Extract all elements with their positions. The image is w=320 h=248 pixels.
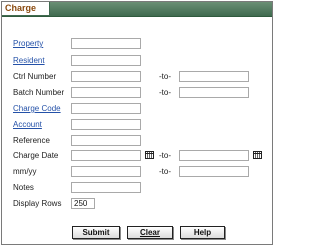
to-label: -to- xyxy=(159,151,171,160)
charge-date-row: Charge Date -to- xyxy=(2,150,274,162)
button-bar: Submit Clear Help xyxy=(2,226,274,240)
charge-date-to-input[interactable] xyxy=(179,150,249,161)
batch-number-to-input[interactable] xyxy=(179,87,249,98)
tab-charge[interactable]: Charge xyxy=(2,2,50,15)
reference-label: Reference xyxy=(13,136,50,145)
clear-button[interactable]: Clear xyxy=(127,226,173,239)
ctrl-number-label: Ctrl Number xyxy=(13,72,57,81)
calendar-icon[interactable] xyxy=(145,151,154,159)
charge-date-label: Charge Date xyxy=(13,151,59,160)
to-label: -to- xyxy=(159,167,171,176)
charge-code-link[interactable]: Charge Code xyxy=(13,103,61,115)
account-link[interactable]: Account xyxy=(13,119,42,131)
ctrl-number-to-input[interactable] xyxy=(179,71,249,82)
property-input[interactable] xyxy=(71,38,141,49)
ctrl-number-from-input[interactable] xyxy=(71,71,141,82)
mmyy-row: mm/yy -to- xyxy=(2,166,274,178)
notes-label: Notes xyxy=(13,183,34,192)
property-link[interactable]: Property xyxy=(13,38,43,50)
mmyy-from-input[interactable] xyxy=(71,166,141,177)
resident-link[interactable]: Resident xyxy=(13,55,45,67)
batch-number-label: Batch Number xyxy=(13,88,65,97)
batch-number-from-input[interactable] xyxy=(71,87,141,98)
display-rows-input[interactable] xyxy=(71,198,95,209)
account-row: Account xyxy=(2,119,274,131)
display-rows-row: Display Rows xyxy=(2,198,274,210)
resident-input[interactable] xyxy=(71,55,141,66)
batch-number-row: Batch Number -to- xyxy=(2,87,274,99)
calendar-icon[interactable] xyxy=(253,151,262,159)
display-rows-label: Display Rows xyxy=(13,199,62,208)
charge-panel: Charge Property Resident Ctrl Number -to… xyxy=(1,1,273,245)
submit-button[interactable]: Submit xyxy=(72,226,120,239)
notes-input[interactable] xyxy=(71,182,141,193)
ctrl-number-row: Ctrl Number -to- xyxy=(2,71,274,83)
help-button[interactable]: Help xyxy=(180,226,225,239)
resident-row: Resident xyxy=(2,55,274,67)
mmyy-label: mm/yy xyxy=(13,167,37,176)
panel-header: Charge xyxy=(2,2,272,17)
charge-code-input[interactable] xyxy=(71,103,141,114)
mmyy-to-input[interactable] xyxy=(179,166,249,177)
reference-input[interactable] xyxy=(71,135,141,146)
to-label: -to- xyxy=(159,88,171,97)
reference-row: Reference xyxy=(2,135,274,147)
account-input[interactable] xyxy=(71,119,141,130)
charge-date-from-input[interactable] xyxy=(71,150,141,161)
charge-code-row: Charge Code xyxy=(2,103,274,115)
property-row: Property xyxy=(2,38,274,50)
notes-row: Notes xyxy=(2,182,274,194)
to-label: -to- xyxy=(159,72,171,81)
